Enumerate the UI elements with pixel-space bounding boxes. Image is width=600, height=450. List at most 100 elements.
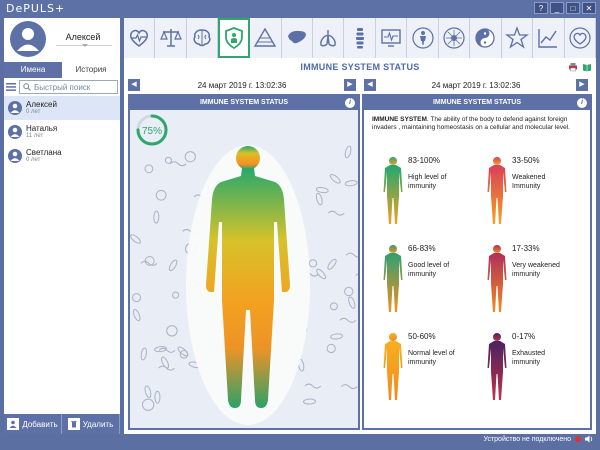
body-icon — [383, 245, 403, 312]
close-button[interactable]: ✕ — [582, 2, 596, 14]
heart-pulse-icon — [130, 29, 149, 47]
immune-body-figure: 75% — [130, 110, 373, 428]
left-date-bar: ◀ 24 март 2019 г. 13:02:36 ▶ — [128, 78, 356, 92]
user-age: 11 лет — [26, 133, 44, 139]
brain-icon — [193, 29, 211, 47]
balance-icon — [159, 29, 182, 47]
user-list: Алексей 0 лет Наталья 11 лет Светлана 0 лет — [4, 96, 120, 168]
speaker-icon[interactable] — [585, 435, 594, 443]
spine-icon — [355, 28, 364, 49]
legend-panel: IMMUNE SYSTEM STATUS i IMMUNE SYSTEM. Th… — [362, 94, 592, 430]
prev-date-button[interactable]: ◀ — [128, 79, 140, 91]
immunity-level: 0-17% Exhausted immunity — [486, 332, 572, 402]
print-icon[interactable] — [568, 62, 578, 72]
heart-ring-icon — [569, 27, 591, 49]
user-avatar-icon — [8, 149, 22, 163]
tool-chart[interactable] — [533, 18, 565, 58]
body-icon — [383, 157, 403, 224]
tool-heart-pulse[interactable] — [124, 18, 156, 58]
level-range: 50-60% — [408, 332, 436, 341]
tool-nerve[interactable] — [438, 18, 471, 58]
tab-history[interactable]: История — [62, 62, 120, 78]
minimize-button[interactable]: _ — [550, 2, 564, 14]
user-icon — [7, 418, 20, 430]
percent-value: 75% — [142, 126, 162, 137]
maximize-button[interactable]: □ — [566, 2, 580, 14]
tab-names[interactable]: Имена — [4, 62, 62, 78]
title-bar: DePULS+ ? _ □ ✕ — [0, 0, 600, 18]
chart-icon — [538, 29, 558, 48]
level-range: 66-83% — [408, 244, 436, 253]
add-label: Добавить — [22, 419, 58, 429]
chevron-down-icon[interactable] — [82, 44, 88, 47]
tool-pyramid[interactable] — [250, 18, 282, 58]
next-date-button[interactable]: ▶ — [344, 79, 356, 91]
list-item[interactable]: Алексей 0 лет — [4, 96, 120, 120]
list-item[interactable]: Светлана 0 лет — [4, 144, 120, 168]
tool-brain[interactable] — [186, 18, 219, 58]
body-icon — [487, 157, 507, 224]
user-age: 0 лет — [26, 157, 41, 163]
tool-body[interactable] — [407, 18, 439, 58]
delete-label: Удалить — [82, 419, 114, 429]
info-icon-right[interactable]: i — [577, 98, 587, 108]
level-range: 17-33% — [512, 244, 540, 253]
lungs-icon — [320, 30, 337, 47]
right-panel-title: IMMUNE SYSTEM STATUS — [432, 99, 522, 106]
level-label: High level of immunity — [408, 174, 447, 190]
help-button[interactable]: ? — [534, 2, 548, 14]
delete-user-button[interactable]: Удалить — [62, 414, 120, 434]
level-label: Exhausted immunity — [512, 350, 546, 366]
left-panel-title: IMMUNE SYSTEM STATUS — [199, 99, 289, 106]
left-date: 24 март 2019 г. 13:02:36 — [197, 80, 287, 90]
prev-date-button-right[interactable]: ◀ — [364, 79, 376, 91]
sidebar: Имена История Быстрый поиск Алексей 0 лет… — [4, 62, 120, 434]
tool-yin-yang[interactable] — [470, 18, 502, 58]
menu-icon[interactable] — [6, 82, 16, 92]
level-label: Normal level of immunity — [408, 350, 455, 366]
liver-icon — [287, 30, 306, 44]
user-avatar-icon — [8, 101, 22, 115]
body-panel: IMMUNE SYSTEM STATUS i 75% — [128, 94, 373, 430]
add-user-button[interactable]: Добавить — [4, 414, 62, 434]
level-range: 83-100% — [408, 156, 441, 165]
tool-lungs[interactable] — [313, 18, 345, 58]
level-label: Weakened Immunity — [512, 174, 546, 190]
info-icon[interactable]: i — [345, 98, 355, 108]
trash-icon — [67, 418, 80, 430]
main-area: IMMUNE SYSTEM STATUS ◀ 24 март 2019 г. 1… — [124, 58, 596, 434]
module-toolbar — [124, 18, 596, 58]
status-dot — [575, 436, 581, 442]
tool-star[interactable] — [501, 18, 534, 58]
body-icon — [487, 245, 507, 312]
body-icon — [383, 333, 403, 400]
star-icon — [504, 26, 529, 49]
tool-heart-ring[interactable] — [564, 18, 596, 58]
user-name: Светлана — [26, 148, 62, 157]
level-label: Very weakened immunity — [512, 262, 560, 278]
tool-balance[interactable] — [155, 18, 187, 58]
search-icon — [23, 83, 31, 91]
app-logo: DePULS+ — [6, 2, 66, 15]
next-date-button-right[interactable]: ▶ — [576, 79, 588, 91]
right-date: 24 март 2019 г. 13:02:36 — [431, 80, 521, 90]
book-icon[interactable] — [582, 62, 592, 72]
level-range: 0-17% — [512, 332, 536, 341]
description-text: IMMUNE SYSTEM. The ability of the body t… — [372, 116, 570, 131]
level-range: 33-50% — [512, 156, 540, 165]
immunity-level: 33-50% Weakened Immunity — [486, 156, 572, 226]
level-label: Good level of immunity — [408, 262, 450, 278]
body-icon — [411, 27, 434, 49]
tool-spine[interactable] — [344, 18, 376, 58]
user-name: Наталья — [26, 124, 58, 133]
profile-card[interactable]: Алексей — [4, 18, 120, 62]
tool-ecg-monitor[interactable] — [375, 18, 408, 58]
search-input[interactable]: Быстрый поиск — [19, 80, 118, 94]
immunity-level: 83-100% High level of immunity — [382, 156, 468, 226]
immune-shield-icon — [225, 27, 244, 50]
search-placeholder: Быстрый поиск — [34, 82, 91, 92]
immunity-level: 66-83% Good level of immunity — [382, 244, 468, 314]
list-item[interactable]: Наталья 11 лет — [4, 120, 120, 144]
tool-immune-shield[interactable] — [218, 18, 251, 58]
tool-liver[interactable] — [281, 18, 314, 58]
